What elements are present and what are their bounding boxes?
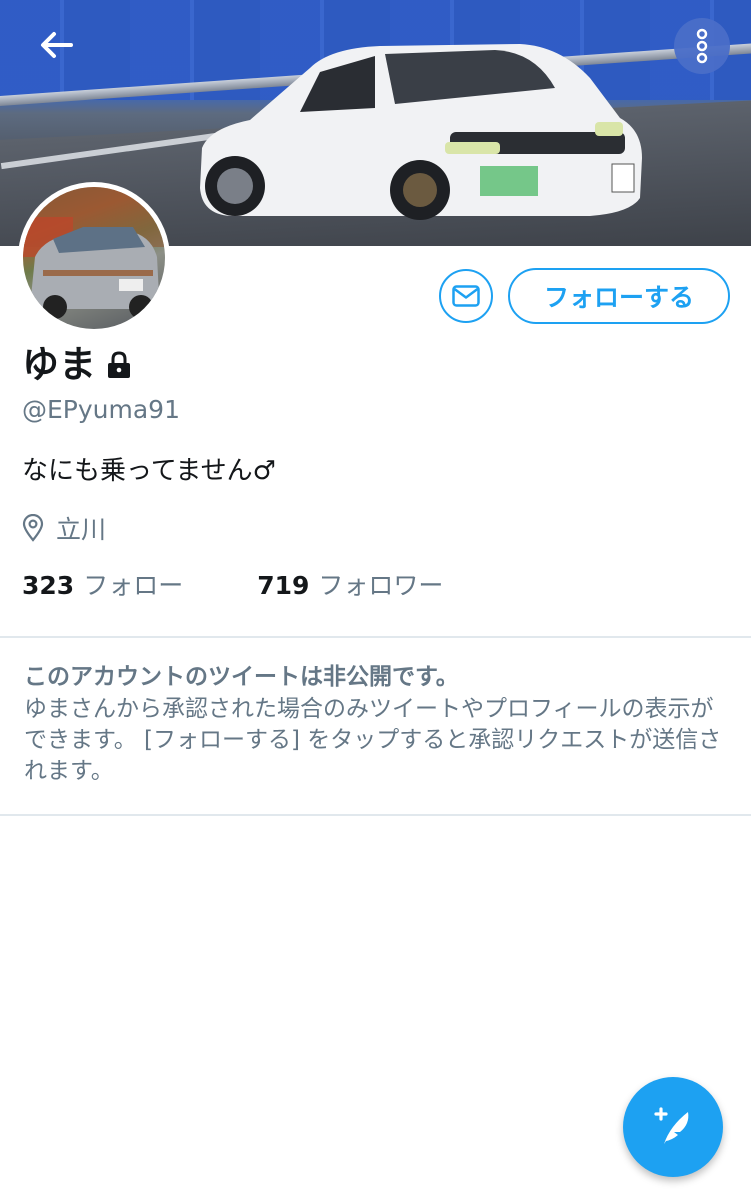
private-notice-title: このアカウントのツイートは非公開です。 xyxy=(24,664,459,690)
following-label: フォロー xyxy=(83,571,184,600)
following-stat[interactable]: 323 フォロー xyxy=(22,566,183,602)
more-vertical-icon xyxy=(696,28,708,64)
section-divider-bottom xyxy=(0,814,751,816)
private-account-notice: このアカウントのツイートは非公開です。 ゆまさんから承認された場合のみツイートや… xyxy=(24,660,734,787)
more-options-button[interactable] xyxy=(674,18,730,74)
follow-button[interactable]: フォローする xyxy=(508,268,730,324)
location-text: 立川 xyxy=(56,515,107,544)
profile-bio: なにも乗ってません♂ xyxy=(22,456,276,486)
profile-name-row: ゆま xyxy=(22,334,132,388)
profile-location: 立川 xyxy=(22,510,106,546)
lock-icon xyxy=(108,351,130,378)
profile-handle: @EPyuma91 xyxy=(22,395,180,424)
arrow-left-icon xyxy=(41,32,73,58)
followers-count: 719 xyxy=(257,571,310,600)
direct-message-button[interactable] xyxy=(439,269,493,323)
profile-name: ゆま xyxy=(22,343,96,386)
following-count: 323 xyxy=(22,571,75,600)
section-divider-top xyxy=(0,636,751,638)
avatar-image xyxy=(23,187,165,329)
followers-label: フォロワー xyxy=(318,571,444,600)
compose-tweet-button[interactable] xyxy=(623,1077,723,1177)
private-notice-body: ゆまさんから承認された場合のみツイートやプロフィールの表示ができます。 [フォロ… xyxy=(24,696,722,784)
profile-avatar[interactable] xyxy=(18,182,170,334)
envelope-icon xyxy=(452,285,480,307)
back-button[interactable] xyxy=(28,17,84,73)
compose-feather-icon xyxy=(654,1107,689,1144)
banner-car-image xyxy=(200,44,642,220)
profile-stats: 323 フォロー 719 フォロワー xyxy=(22,566,443,602)
location-pin-icon xyxy=(22,514,44,542)
followers-stat[interactable]: 719 フォロワー xyxy=(257,566,443,602)
